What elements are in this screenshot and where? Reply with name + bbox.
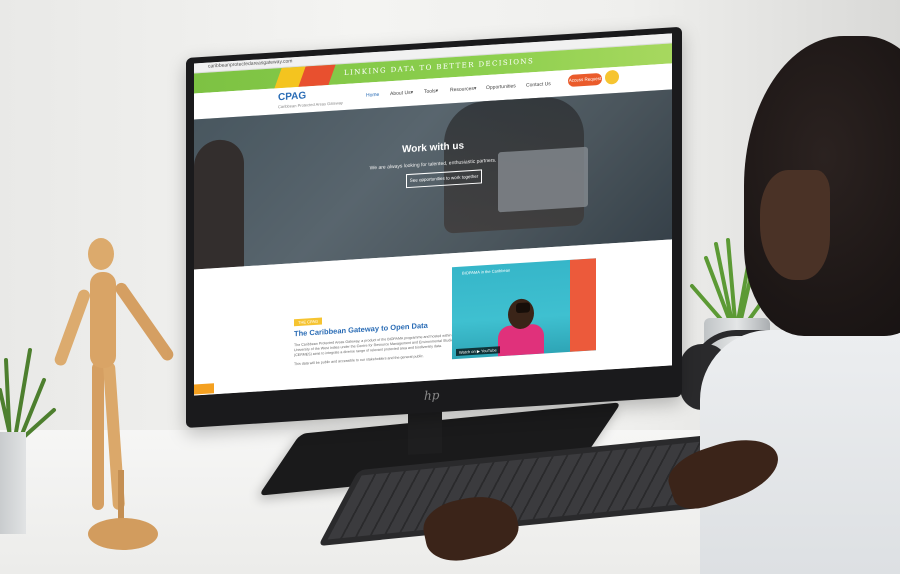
plant-left-leaves (0, 348, 56, 444)
watch-on-youtube[interactable]: Watch on ▶ YouTube (456, 346, 500, 357)
hp-logo: hp (424, 388, 440, 404)
monitor-screen: caribbeanprotectedareasgateway.com LINKI… (194, 33, 672, 396)
mannequin-base (88, 518, 158, 550)
mannequin-torso (90, 272, 116, 368)
monitor: caribbeanprotectedareasgateway.com LINKI… (186, 26, 682, 429)
mannequin-leg (92, 362, 104, 510)
banner-stripe-orange (298, 64, 336, 87)
plant-left-pot (0, 432, 26, 534)
mannequin-head (88, 238, 114, 270)
accessibility-button[interactable] (605, 69, 619, 85)
video-embed[interactable]: BIOPAMA in the Caribbean Watch on ▶ YouT… (452, 258, 596, 360)
access-request-button[interactable]: Access Request (568, 72, 602, 87)
nav-tools[interactable]: Tools▾ (424, 88, 438, 95)
video-bg-panel (570, 258, 596, 352)
nav-contact[interactable]: Contact Us (526, 81, 551, 89)
side-tab[interactable] (194, 383, 214, 395)
nav-opportunities[interactable]: Opportunities (486, 83, 516, 91)
site-logo[interactable]: CPAG (278, 90, 306, 103)
section-body: The Caribbean Protected Areas Gateway, a… (294, 333, 464, 368)
photo-scene: caribbeanprotectedareasgateway.com LINKI… (0, 0, 900, 574)
hero-banner: Work with us We are always looking for t… (194, 89, 672, 270)
play-icon[interactable] (516, 302, 530, 314)
person-face (760, 170, 830, 280)
nav-about[interactable]: About Us▾ (390, 90, 413, 97)
video-title: BIOPAMA in the Caribbean (462, 267, 511, 276)
nav-resources[interactable]: Resources▾ (450, 86, 476, 94)
section-tag: THE CPAG (294, 317, 323, 327)
nav-home[interactable]: Home (366, 92, 379, 99)
